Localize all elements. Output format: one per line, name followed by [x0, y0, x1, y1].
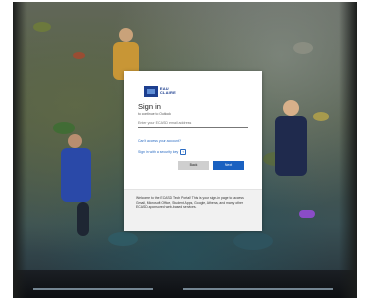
page-subtitle: to continue to Outlook	[138, 112, 171, 116]
wall-hold	[53, 122, 75, 134]
email-input[interactable]	[138, 119, 248, 128]
next-button[interactable]: Next	[213, 161, 244, 170]
security-key-link-label: Sign in with a security key	[138, 149, 179, 154]
cant-access-account-link[interactable]: Can't access your account?	[138, 139, 181, 143]
sign-in-footer: Welcome to the ECASD Tech Portal! This i…	[124, 189, 262, 231]
right-shadow	[339, 2, 357, 298]
wall-hold	[73, 52, 85, 59]
district-logo: EAU CLAIRE	[144, 85, 186, 97]
wall-hold	[33, 22, 51, 32]
welcome-message: Welcome to the ECASD Tech Portal! This i…	[136, 196, 244, 209]
floor-stripe	[33, 288, 153, 290]
screenshot-frame: EAU CLAIRE Sign in to continue to Outloo…	[0, 0, 367, 300]
wall-hold	[293, 42, 313, 54]
child-bottom-left-body	[61, 148, 91, 202]
child-climber-left-head	[119, 28, 133, 42]
district-logo-text: EAU CLAIRE	[159, 86, 176, 95]
floor-stripe	[183, 288, 333, 290]
child-climber-right-shoe	[299, 210, 315, 218]
child-bottom-left-legs	[77, 202, 89, 236]
district-logo-icon	[144, 85, 158, 97]
sign-in-card: EAU CLAIRE Sign in to continue to Outloo…	[124, 71, 262, 231]
child-bottom-left-head	[68, 134, 82, 148]
child-climber-right-head	[283, 100, 299, 116]
child-climber-right-body	[275, 116, 307, 176]
help-icon[interactable]: ?	[180, 149, 187, 155]
floor-mat	[13, 270, 357, 298]
back-button[interactable]: Back	[178, 161, 209, 170]
security-key-link[interactable]: Sign in with a security key ?	[138, 149, 187, 155]
sign-in-form: EAU CLAIRE Sign in to continue to Outloo…	[124, 71, 262, 186]
wall-hold	[313, 112, 329, 121]
left-shadow	[13, 2, 27, 298]
wall-hold	[233, 232, 273, 250]
page-title: Sign in	[138, 102, 161, 111]
wall-hold	[108, 232, 138, 246]
